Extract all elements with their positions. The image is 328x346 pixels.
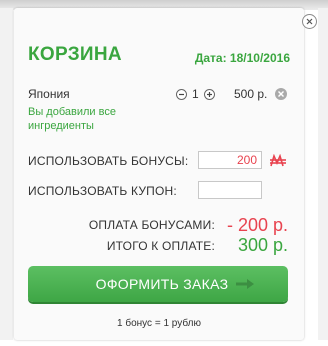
item-name: Япония [28, 87, 70, 101]
place-order-label: ОФОРМИТЬ ЗАКАЗ [95, 276, 229, 292]
close-button[interactable] [302, 14, 317, 29]
left-backdrop [0, 8, 13, 340]
bonus-payment-value: - 200 р. [226, 215, 288, 235]
bonus-payment-label: ОПЛАТА БОНУСАМИ: [88, 218, 215, 232]
plus-icon [206, 91, 212, 97]
cart-screen: КОРЗИНА Дата: 18/10/2016 Япония 1 500 р. [0, 0, 328, 346]
total-label: ИТОГО К ОПЛАТЕ: [106, 239, 215, 253]
coupon-label: ИСПОЛЬЗОВАТЬ КУПОН: [28, 184, 177, 198]
remove-item-button[interactable] [275, 88, 287, 100]
total-value: 300 р. [237, 235, 288, 255]
close-icon [306, 18, 313, 25]
ingredients-note: Вы добавили все ингредиенты [28, 106, 116, 132]
quantity-value: 1 [192, 87, 199, 101]
bonus-label: ИСПОЛЬЗОВАТЬ БОНУСЫ: [28, 154, 189, 168]
bonus-input[interactable] [198, 151, 262, 169]
right-backdrop [318, 8, 328, 340]
item-price: 500 р. [234, 87, 268, 101]
minus-icon [179, 93, 184, 95]
cart-date: Дата: 18/10/2016 [194, 51, 290, 65]
place-order-button[interactable]: ОФОРМИТЬ ЗАКАЗ [28, 266, 288, 302]
increase-button[interactable] [203, 88, 215, 100]
ruble-icon [270, 154, 286, 167]
bonus-rate-note: 1 бонус = 1 рублю [117, 318, 201, 329]
cart-title: КОРЗИНА [28, 44, 122, 65]
coupon-input[interactable] [198, 181, 262, 199]
arrow-right-icon [236, 279, 254, 289]
remove-icon [278, 91, 284, 97]
cart-panel: КОРЗИНА Дата: 18/10/2016 Япония 1 500 р. [14, 8, 304, 340]
quantity-stepper: 1 [176, 87, 215, 101]
decrease-button[interactable] [176, 88, 187, 100]
